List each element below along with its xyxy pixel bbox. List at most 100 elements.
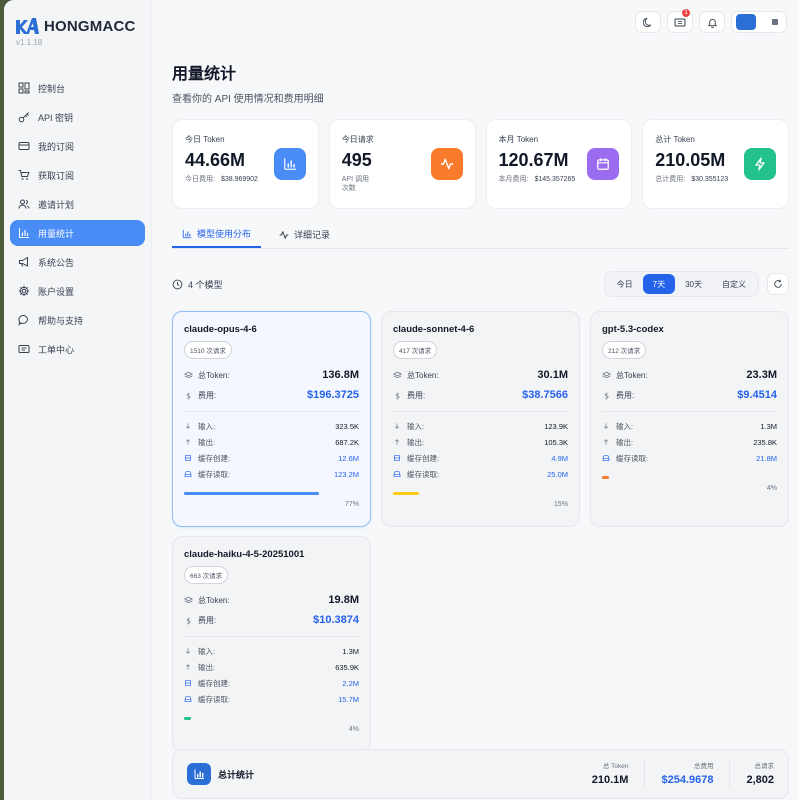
sidebar-item-5[interactable]: 用量统计 (10, 220, 145, 246)
stat-cards: 今日 Token 44.66M 今日费用: $38.969902 今日请求 49… (172, 119, 789, 209)
usage-share-percent: 4% (348, 726, 359, 733)
range-option-2[interactable]: 30天 (675, 274, 712, 294)
arrow-down-icon (186, 423, 190, 429)
usage-label: 缓存读取: (393, 469, 439, 480)
page-title: 用量统计 (172, 66, 237, 83)
dashboard-icon (18, 82, 30, 94)
model-card[interactable]: claude-sonnet-4-6 417 次请求 总Token: 30.1M … (381, 311, 580, 527)
cost-value: $38.7566 (522, 389, 568, 401)
usage-share-percent: 15% (553, 501, 568, 508)
token-label: 总Token: (184, 370, 230, 381)
cart-icon (18, 170, 30, 180)
avatar (736, 14, 756, 30)
usage-value: 123.9K (544, 421, 568, 431)
drive-icon (184, 471, 192, 477)
token-label: 总Token: (393, 370, 439, 381)
usage-label: 缓存创建: (184, 453, 230, 464)
range-option-3[interactable]: 自定义 (712, 274, 756, 294)
model-name: claude-opus-4-6 (184, 324, 257, 335)
sidebar-item-8[interactable]: 帮助与支持 (10, 307, 145, 333)
sidebar-item-3[interactable]: 获取订阅 (10, 162, 145, 188)
bar-chart-icon (283, 158, 296, 170)
cost-label: $ 费用: (393, 390, 425, 401)
refresh-icon (774, 279, 782, 288)
bolt-icon (755, 157, 765, 171)
sidebar-item-9[interactable]: 工单中心 (10, 336, 145, 362)
request-count-badge: 212 次请求 (602, 341, 647, 359)
usage-label: 输入: (393, 421, 424, 432)
usage-row-cache-read: 缓存读取: 15.7M (184, 691, 359, 707)
tab-0[interactable]: 模型使用分布 (172, 221, 262, 248)
total-requests: 总请求 2,802 (746, 760, 774, 788)
usage-label: 缓存读取: (602, 453, 648, 464)
stat-icon (430, 148, 463, 180)
usage-label: 输入: (602, 421, 633, 432)
ticket-icon (18, 345, 30, 353)
bar-chart-icon (182, 229, 192, 238)
stat-icon (587, 148, 620, 180)
cost-label: $ 费用: (184, 390, 216, 401)
calendar-icon (597, 158, 610, 170)
range-group: 今日 7天 30天 自定义 (603, 271, 759, 297)
stat-icon (273, 148, 306, 180)
total-cost: 总费用 $254.9678 (661, 760, 713, 788)
usage-row-output: 输出: 235.8K (602, 434, 777, 450)
model-card[interactable]: claude-opus-4-6 1510 次请求 总Token: 136.8M … (172, 311, 371, 527)
sidebar-item-label: 工单中心 (38, 344, 75, 355)
sidebar-item-2[interactable]: 我的订阅 (10, 133, 145, 159)
usage-label-text: 缓存读取: (407, 469, 440, 479)
arrow-down-icon (395, 423, 399, 429)
usage-label-text: 输出: (198, 437, 216, 447)
credit-card-icon (18, 140, 30, 152)
sidebar-item-0[interactable]: 控制台 (10, 75, 145, 101)
usage-share-bar (184, 492, 319, 495)
divider (602, 411, 777, 412)
sidebar-item-7[interactable]: 账户设置 (10, 278, 145, 304)
range-option-0[interactable]: 今日 (607, 274, 643, 294)
token-value: 19.8M (328, 594, 359, 606)
total-cost-value: $254.9678 (661, 774, 714, 786)
bar-chart-icon (187, 763, 211, 785)
usage-label-text: 输出: (198, 662, 216, 672)
sidebar-item-label: 我的订阅 (38, 141, 75, 152)
svg-text:$: $ (395, 391, 400, 400)
arrow-down-icon (186, 648, 190, 654)
total-requests-label: 总请求 (754, 763, 775, 770)
token-label-text: 总Token: (198, 370, 230, 380)
usage-row-cache-read: 缓存读取: 25.0M (393, 466, 568, 482)
drive-icon (602, 455, 610, 461)
model-name: gpt-5.3-codex (602, 324, 664, 335)
stat-note-label: 今日费用: (185, 176, 215, 183)
theme-toggle-button[interactable] (635, 11, 661, 33)
model-card[interactable]: gpt-5.3-codex 212 次请求 总Token: 23.3M $ 费用:… (590, 311, 789, 527)
usage-label: 缓存读取: (184, 469, 230, 480)
stat-label: 今日 Token (185, 135, 225, 144)
megaphone-icon (19, 256, 28, 267)
refresh-button[interactable] (767, 273, 789, 295)
usage-label: 输入: (184, 646, 215, 657)
tab-1[interactable]: 详细记录 (269, 221, 340, 248)
user-menu-button[interactable] (731, 11, 787, 33)
range-option-1[interactable]: 7天 (642, 274, 676, 294)
moon-icon (642, 17, 651, 27)
model-card[interactable]: claude-haiku-4-5-20251001 663 次请求 总Token… (172, 536, 371, 752)
usage-share-bar (184, 717, 191, 720)
brand-name: HONGMACC (44, 17, 136, 35)
usage-row-cache-create: 缓存创建: 2.2M (184, 675, 359, 691)
users-icon (18, 199, 30, 209)
total-token: 总 Token 210.1M (592, 760, 629, 788)
ticket-icon (674, 18, 686, 26)
usage-value: 235.8K (753, 437, 777, 447)
layers-icon (602, 371, 611, 378)
sidebar-item-1[interactable]: API 密钥 (10, 104, 145, 130)
token-label-text: 总Token: (407, 370, 439, 380)
sidebar-item-6[interactable]: 系统公告 (10, 249, 145, 275)
bar-chart-icon (19, 228, 29, 238)
brand[interactable]: HONGMACC (4, 14, 151, 38)
model-name: claude-sonnet-4-6 (393, 324, 475, 335)
token-label-text: 总Token: (616, 370, 648, 380)
ticket-button[interactable]: 1 (667, 9, 693, 33)
usage-label: 输出: (184, 437, 215, 448)
sidebar-item-4[interactable]: 邀请计划 (10, 191, 145, 217)
notifications-button[interactable] (699, 11, 725, 33)
